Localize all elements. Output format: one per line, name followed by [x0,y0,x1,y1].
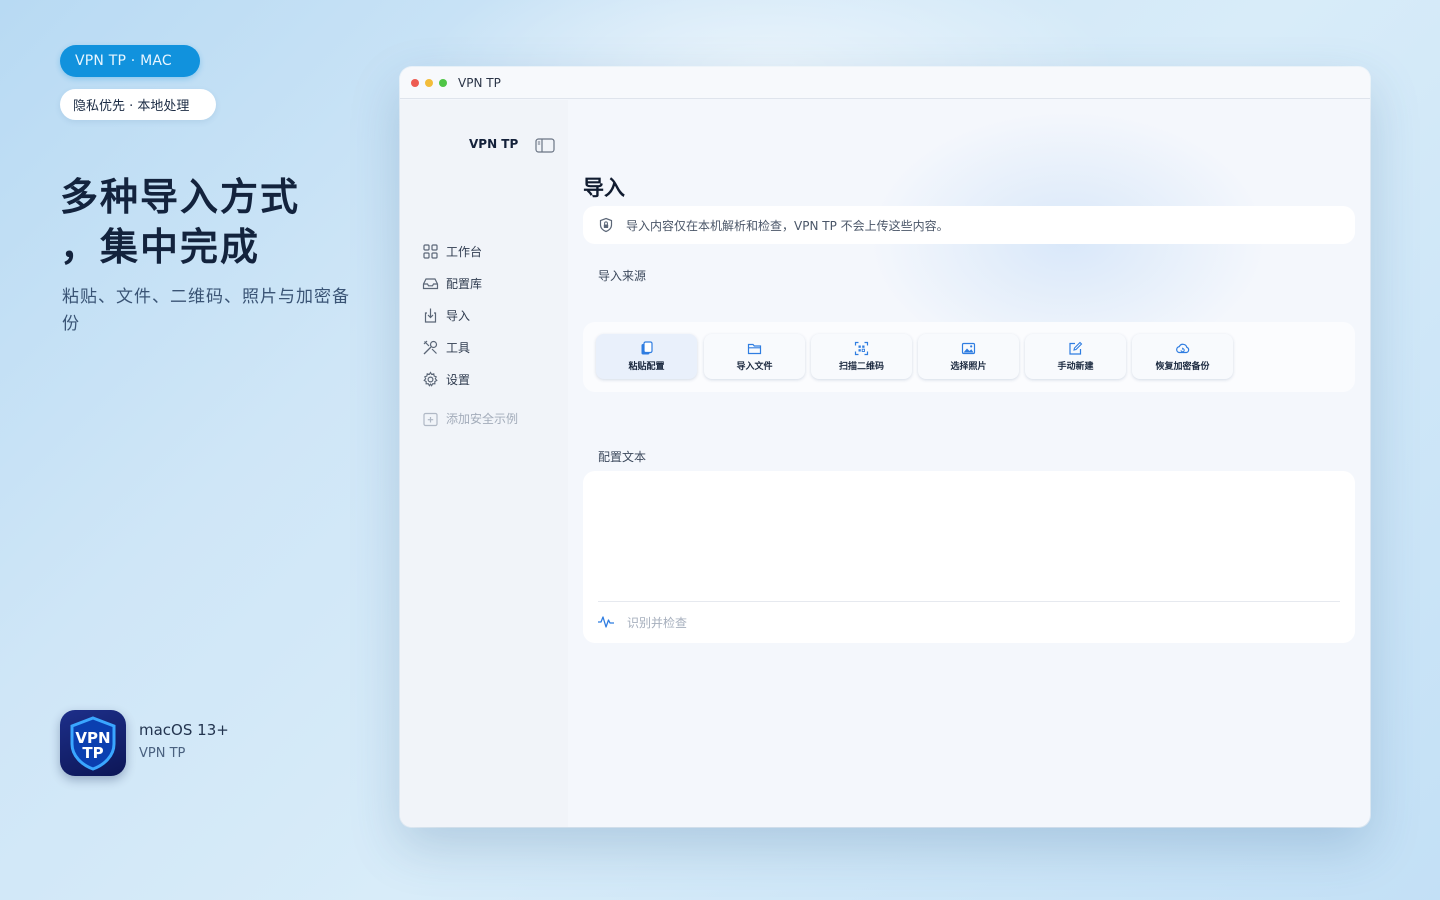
promo-headline: 多种导入方式 ，集中完成 [60,172,360,272]
sidebar-toggle-icon[interactable] [535,138,555,153]
config-text-input[interactable] [598,481,1340,599]
import-file-button[interactable]: 导入文件 [704,334,805,379]
paste-config-label: 粘贴配置 [628,362,665,372]
waveform-icon [598,616,614,628]
choose-photo-button[interactable]: 选择照片 [918,334,1019,379]
add-box-icon [423,412,438,426]
choose-photo-label: 选择照片 [950,362,987,372]
photo-icon [961,342,976,355]
sidebar-item-import[interactable]: 导入 [422,305,470,325]
icon-text-bottom: TP [82,744,103,762]
manual-create-label: 手动新建 [1057,362,1094,372]
config-text-card: 识别并检查 [583,471,1355,643]
add-sample-label: 添加安全示例 [446,411,519,426]
platform-badge: VPN TP · MAC [60,45,200,77]
import-source-heading: 导入来源 [598,269,647,283]
edit-icon [1069,341,1083,355]
page-title: 导入 [583,176,625,200]
qr-scan-icon [854,341,869,356]
tools-icon [423,340,438,354]
sidebar-item-workbench[interactable]: 工作台 [422,241,482,261]
privacy-notice-text: 导入内容仅在本机解析和检查，VPN TP 不会上传这些内容。 [626,218,949,233]
tray-icon [422,277,439,289]
import-file-label: 导入文件 [736,362,773,372]
app-window: VPN TP VPN TP 工作台 配置库 导入 工具 设置 添加安全示例 导入… [400,67,1370,827]
zoom-window-button[interactable] [439,79,447,87]
paste-icon [641,341,653,355]
import-icon [424,308,437,323]
recognize-check-button[interactable]: 识别并检查 [597,612,687,632]
recognize-check-label: 识别并检查 [627,615,688,630]
import-source-card: 粘贴配置 导入文件 扫描二维码 选择照片 手动新建 恢复加密备份 [583,322,1355,392]
grid-icon [423,243,438,259]
privacy-tag: 隐私优先 · 本地处理 [60,89,216,120]
manual-create-button[interactable]: 手动新建 [1025,334,1126,379]
sidebar: VPN TP 工作台 配置库 导入 工具 设置 添加安全示例 [400,100,568,827]
sidebar-item-config-library[interactable]: 配置库 [422,273,482,293]
gear-icon [423,370,438,387]
shield-lock-icon [599,217,613,233]
paste-config-button[interactable]: 粘贴配置 [596,334,697,379]
add-sample-button[interactable]: 添加安全示例 [422,408,518,428]
headline-line-2: ，集中完成 [60,225,261,269]
restore-backup-label: 恢复加密备份 [1155,362,1210,372]
main-content: 导入 导入内容仅在本机解析和检查，VPN TP 不会上传这些内容。 导入来源 粘… [568,100,1370,827]
promo-subline: 粘贴、文件、二维码、照片与加密备份 [62,287,350,334]
cloud-restore-icon [1176,343,1190,354]
scan-qr-button[interactable]: 扫描二维码 [811,334,912,379]
app-logo-icon: VPN TP [60,710,126,776]
sidebar-item-label: 配置库 [446,276,483,291]
sidebar-item-label: 导入 [446,308,471,323]
sidebar-item-settings[interactable]: 设置 [422,369,470,389]
sidebar-item-label: 工具 [446,340,471,355]
title-bar: VPN TP [400,67,1370,99]
restore-backup-button[interactable]: 恢复加密备份 [1132,334,1233,379]
sidebar-brand: VPN TP [469,137,519,151]
folder-icon [747,343,762,355]
window-title: VPN TP [458,76,501,90]
platform-requirement: macOS 13+ [139,721,229,739]
sidebar-item-tools[interactable]: 工具 [422,337,470,357]
app-name-label: VPN TP [139,746,186,761]
sidebar-item-label: 设置 [446,372,471,387]
scan-qr-label: 扫描二维码 [838,362,884,372]
privacy-notice: 导入内容仅在本机解析和检查，VPN TP 不会上传这些内容。 [583,206,1355,244]
minimize-window-button[interactable] [425,79,433,87]
headline-line-1: 多种导入方式 [60,175,301,219]
divider [598,601,1340,602]
close-window-button[interactable] [411,79,419,87]
config-text-heading: 配置文本 [598,450,647,464]
sidebar-item-label: 工作台 [446,244,483,259]
